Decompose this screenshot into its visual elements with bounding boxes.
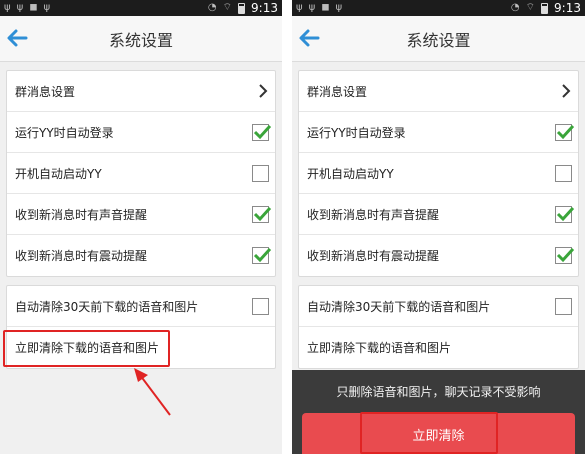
- check-icon: [253, 124, 272, 139]
- settings-group-storage: 自动清除30天前下载的语音和图片 立即清除下载的语音和图片: [298, 285, 579, 369]
- setting-label: 运行YY时自动登录: [307, 125, 406, 140]
- screen-right: ψ ψ ◼ ψ ◔ ⌔ 9:13 系统设置 群消息设置 运行YY时自动登录 开机…: [292, 0, 585, 454]
- setting-vibrate-alert[interactable]: 收到新消息时有震动提醒: [7, 235, 275, 276]
- status-bar: ψ ψ ◼ ψ ◔ ⌔ 9:13: [0, 0, 282, 16]
- setting-label: 运行YY时自动登录: [15, 125, 114, 140]
- status-time: 9:13: [251, 1, 278, 15]
- check-icon: [253, 206, 272, 221]
- battery-icon: [238, 2, 246, 14]
- setting-label: 收到新消息时有声音提醒: [307, 207, 440, 222]
- usb-icon-3: ψ: [43, 2, 51, 13]
- setting-label: 群消息设置: [15, 84, 76, 99]
- setting-sound-alert[interactable]: 收到新消息时有声音提醒: [7, 194, 275, 235]
- setting-group-messages[interactable]: 群消息设置: [7, 71, 275, 112]
- screen-left: ψ ψ ◼ ψ ◔ ⌔ 9:13 系统设置 群消息设置 运行YY时自动登录 开机…: [0, 0, 282, 454]
- wifi-icon: ⌔: [525, 2, 536, 13]
- page-title: 系统设置: [406, 30, 471, 50]
- setting-auto-clear[interactable]: 自动清除30天前下载的语音和图片: [7, 286, 275, 327]
- checkbox-checked[interactable]: [555, 247, 575, 264]
- setting-vibrate-alert[interactable]: 收到新消息时有震动提醒: [299, 235, 578, 276]
- setting-auto-clear[interactable]: 自动清除30天前下载的语音和图片: [299, 286, 578, 327]
- title-bar: 系统设置: [292, 16, 585, 62]
- setting-label: 群消息设置: [307, 84, 368, 99]
- setting-auto-login[interactable]: 运行YY时自动登录: [7, 112, 275, 153]
- checkbox-checked[interactable]: [252, 123, 272, 141]
- confirm-sheet: 只删除语音和图片，聊天记录不受影响 立即清除: [292, 370, 585, 454]
- title-bar: 系统设置: [0, 16, 282, 62]
- usb-icon-3: ψ: [335, 2, 343, 13]
- notification-icon: ◼: [321, 2, 330, 13]
- checkbox-checked[interactable]: [555, 205, 575, 223]
- setting-clear-now[interactable]: 立即清除下载的语音和图片: [7, 327, 275, 368]
- checkbox-checked[interactable]: [555, 123, 575, 141]
- status-bar: ψ ψ ◼ ψ ◔ ⌔ 9:13: [292, 0, 585, 16]
- chevron-right-icon: [562, 84, 571, 98]
- checkbox-checked[interactable]: [252, 205, 272, 223]
- setting-sound-alert[interactable]: 收到新消息时有声音提醒: [299, 194, 578, 235]
- checkbox-checked[interactable]: [252, 247, 272, 264]
- usb-icon: ψ: [296, 2, 303, 13]
- pointer-arrow-icon: [134, 368, 171, 416]
- clock-icon: ◔: [207, 2, 217, 13]
- setting-label: 自动清除30天前下载的语音和图片: [15, 299, 199, 314]
- checkbox-unchecked[interactable]: [252, 164, 269, 182]
- setting-label: 开机自动启动YY: [15, 166, 102, 181]
- setting-label: 收到新消息时有震动提醒: [15, 249, 148, 263]
- notification-icon: ◼: [29, 2, 38, 13]
- battery-icon: [541, 2, 549, 14]
- setting-clear-now[interactable]: 立即清除下载的语音和图片: [299, 327, 578, 368]
- back-arrow-icon[interactable]: [298, 28, 320, 48]
- clear-now-button[interactable]: 立即清除: [302, 413, 575, 454]
- settings-group-notifications: 群消息设置 运行YY时自动登录 开机自动启动YY 收到新消息时有声音提醒 收到新…: [298, 70, 579, 277]
- setting-auto-login[interactable]: 运行YY时自动登录: [299, 112, 578, 153]
- usb-icon: ψ: [4, 2, 11, 13]
- usb-icon-2: ψ: [308, 2, 316, 13]
- sheet-message: 只删除语音和图片，聊天记录不受影响: [336, 385, 541, 399]
- settings-group-notifications: 群消息设置 运行YY时自动登录 开机自动启动YY 收到新消息时有声音提醒 收到新…: [6, 70, 276, 277]
- setting-label: 立即清除下载的语音和图片: [307, 341, 452, 355]
- setting-label: 开机自动启动YY: [307, 166, 394, 181]
- setting-start-on-boot[interactable]: 开机自动启动YY: [299, 153, 578, 194]
- setting-label: 自动清除30天前下载的语音和图片: [307, 299, 491, 314]
- clock-icon: ◔: [510, 2, 520, 13]
- page-title: 系统设置: [108, 30, 173, 50]
- check-icon: [556, 247, 575, 263]
- status-time: 9:13: [554, 1, 581, 15]
- chevron-right-icon: [259, 84, 268, 98]
- checkbox-unchecked[interactable]: [555, 297, 572, 315]
- setting-start-on-boot[interactable]: 开机自动启动YY: [7, 153, 275, 194]
- wifi-icon: ⌔: [222, 2, 233, 13]
- settings-group-storage: 自动清除30天前下载的语音和图片 立即清除下载的语音和图片: [6, 285, 276, 369]
- checkbox-unchecked[interactable]: [252, 297, 269, 315]
- clear-now-button-label: 立即清除: [412, 428, 465, 444]
- check-icon: [556, 124, 575, 139]
- setting-group-messages[interactable]: 群消息设置: [299, 71, 578, 112]
- usb-icon-2: ψ: [16, 2, 24, 13]
- checkbox-unchecked[interactable]: [555, 164, 572, 182]
- setting-label: 立即清除下载的语音和图片: [15, 341, 160, 355]
- check-icon: [253, 247, 272, 263]
- setting-label: 收到新消息时有震动提醒: [307, 249, 440, 263]
- setting-label: 收到新消息时有声音提醒: [15, 207, 148, 222]
- back-arrow-icon[interactable]: [6, 28, 28, 48]
- check-icon: [556, 206, 575, 221]
